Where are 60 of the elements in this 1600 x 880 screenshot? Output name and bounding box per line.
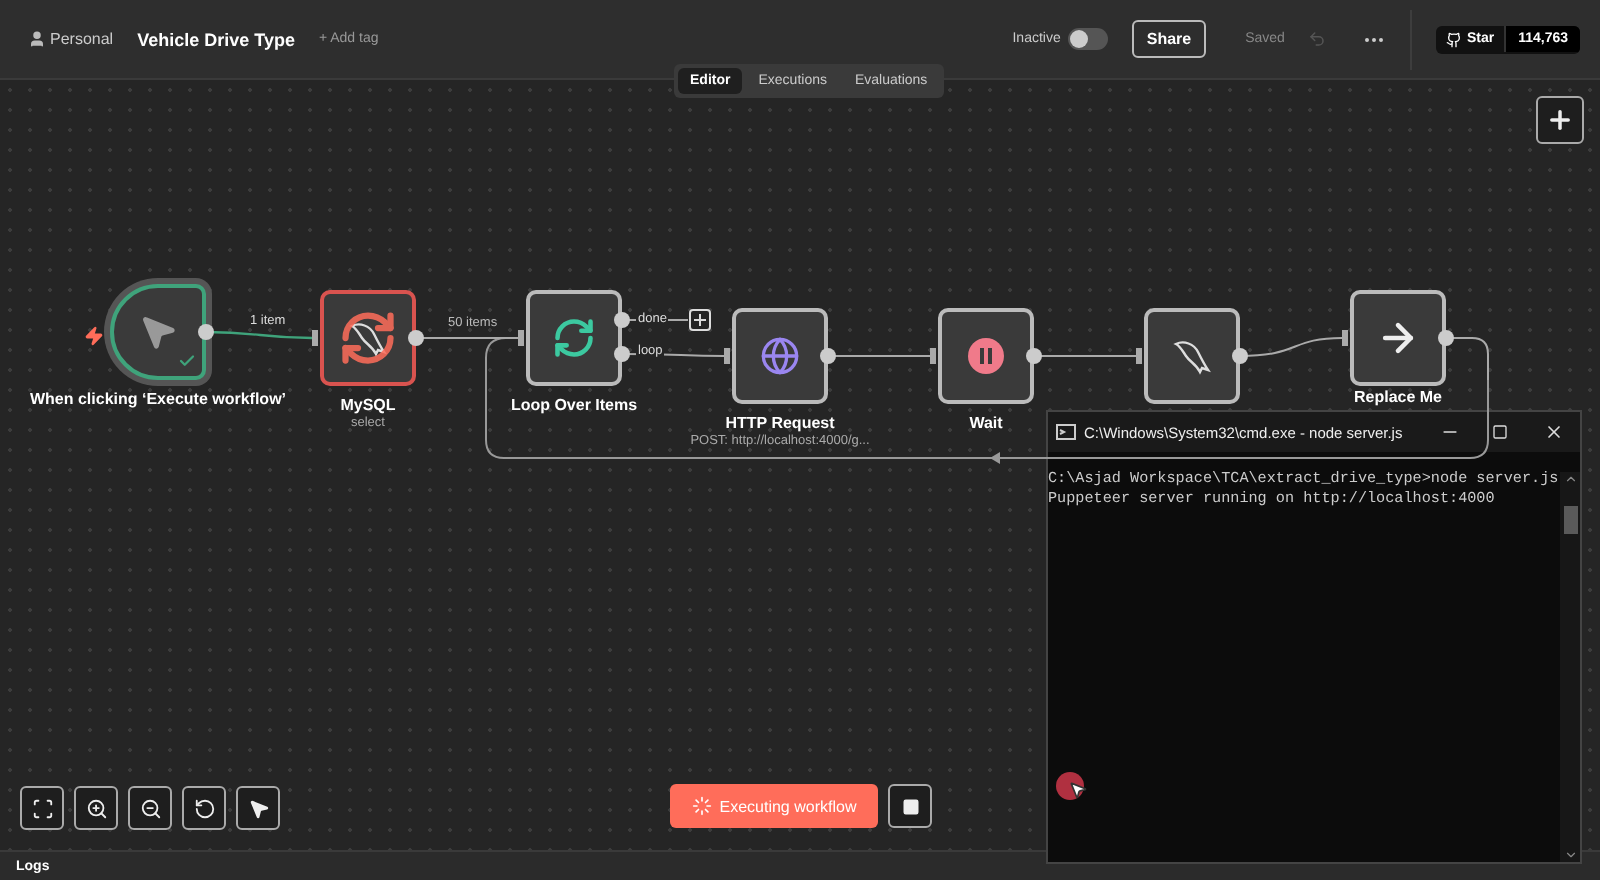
input-handle[interactable] — [930, 348, 936, 364]
stop-icon — [901, 797, 919, 815]
workflow-node[interactable] — [110, 284, 206, 380]
terminal-icon — [1056, 424, 1076, 440]
workflow-name[interactable]: Vehicle Drive Type — [137, 29, 295, 49]
output-handle[interactable] — [614, 312, 630, 328]
check-icon — [178, 352, 196, 370]
node-title: Loop Over Items — [510, 396, 638, 415]
output-handle[interactable] — [1232, 348, 1248, 364]
pointer-icon — [138, 312, 178, 352]
input-handle[interactable] — [312, 330, 318, 346]
zoom-out-button[interactable] — [128, 786, 172, 830]
pause-icon — [966, 336, 1006, 376]
maximize-icon[interactable] — [1492, 424, 1508, 440]
node-title: Wait — [969, 414, 1003, 433]
output-handle[interactable] — [198, 324, 214, 340]
share-button[interactable]: Share — [1132, 20, 1206, 58]
node-title: When clicking ‘Execute workflow’ — [29, 390, 287, 409]
node-title: HTTP Request — [725, 414, 835, 433]
active-toggle[interactable] — [1068, 28, 1109, 50]
refresh-icon — [552, 316, 596, 360]
output-handle[interactable] — [408, 330, 424, 346]
input-handle[interactable] — [724, 348, 730, 364]
output-handle[interactable] — [1438, 330, 1454, 346]
input-handle[interactable] — [1342, 330, 1348, 346]
add-node-button[interactable] — [1536, 96, 1584, 144]
lightning-icon — [84, 326, 104, 346]
stop-button[interactable] — [888, 784, 932, 828]
fit-view-icon — [31, 797, 53, 819]
spinner-icon — [691, 796, 712, 816]
workflow-node[interactable] — [732, 308, 828, 404]
reset-icon — [193, 797, 215, 819]
cursor-icon — [1068, 780, 1088, 800]
input-handle[interactable] — [1136, 348, 1142, 364]
close-icon[interactable] — [1544, 422, 1564, 442]
reset-button[interactable] — [182, 786, 226, 830]
user-icon — [28, 30, 46, 48]
output-handle[interactable] — [820, 348, 836, 364]
plus-icon — [1546, 106, 1574, 134]
zoom-in-button[interactable] — [74, 786, 118, 830]
workflow-node[interactable] — [1144, 308, 1240, 404]
zoom-in-icon — [85, 797, 107, 819]
github-icon — [1446, 31, 1463, 47]
scroll-bar[interactable] — [1560, 472, 1580, 862]
workflow-node[interactable] — [526, 290, 622, 386]
workflow-node[interactable] — [320, 290, 416, 386]
fit-view-button[interactable] — [20, 786, 64, 830]
project-name[interactable]: Personal — [50, 30, 114, 48]
output-handle[interactable] — [614, 346, 630, 362]
output-handle[interactable] — [1026, 348, 1042, 364]
workflow-node[interactable] — [1350, 290, 1446, 386]
add-output-button[interactable] — [689, 309, 711, 331]
node-title: MySQL — [340, 396, 396, 415]
zoom-out-icon — [139, 797, 161, 819]
input-handle[interactable] — [518, 330, 524, 346]
globe-icon — [760, 336, 800, 376]
pointer-icon — [247, 797, 269, 819]
workflow-node[interactable] — [938, 308, 1034, 404]
pointer-button[interactable] — [236, 786, 280, 830]
node-title: Replace Me — [1353, 388, 1443, 407]
